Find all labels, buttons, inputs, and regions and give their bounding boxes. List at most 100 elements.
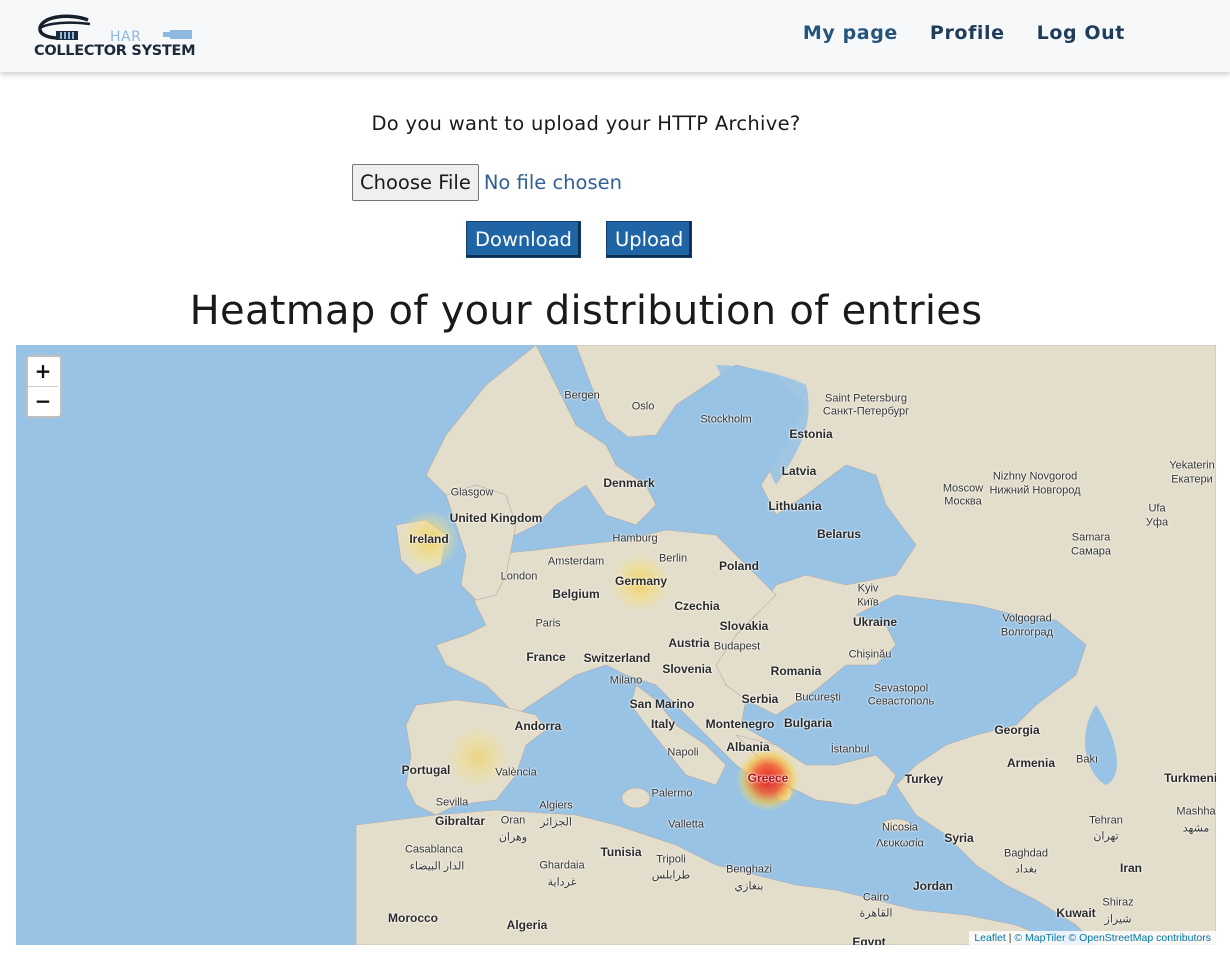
city-label-7: Berlin	[658, 552, 688, 565]
city-label-55: بغداد	[1014, 863, 1038, 876]
city-label-31: Tripoli	[656, 853, 686, 866]
nav-logout-link[interactable]: Log Out	[1037, 22, 1125, 44]
country-label-jordan: Jordan	[912, 879, 954, 894]
country-label-morocco: Morocco	[387, 911, 439, 926]
map-attribution: Leaflet | © MapTiler © OpenStreetMap con…	[969, 931, 1216, 945]
nav-profile-link[interactable]: Profile	[930, 22, 1005, 44]
heatmap-map[interactable]: Ireland United Kingdom Denmark Belgium Germa…	[16, 345, 1216, 945]
leaflet-link[interactable]: Leaflet	[974, 932, 1006, 944]
city-label-9: London	[500, 570, 538, 583]
country-label-slovakia: Slovakia	[719, 619, 769, 634]
city-label-22: Sevilla	[435, 796, 469, 809]
city-label-20: Valletta	[668, 818, 704, 831]
action-buttons: Download Upload	[466, 221, 693, 258]
country-label-ireland: Ireland	[409, 532, 449, 547]
city-label-39: Volgograd	[1002, 612, 1052, 625]
logo-text-collector-system: COLLECTOR SYSTEM	[34, 43, 196, 59]
city-label-21: València	[495, 766, 537, 779]
country-label-italy: Italy	[650, 717, 676, 732]
city-label-27: Casablanca	[404, 843, 464, 856]
country-label-iran: Iran	[1119, 861, 1143, 876]
country-label-greece: Greece	[747, 771, 789, 786]
har-collector-logo[interactable]: HAR COLLECTOR SYSTEM	[30, 8, 200, 64]
city-label-5: Glasgow	[450, 486, 494, 499]
city-label-0: Bergen	[564, 389, 600, 402]
city-label-46: Нижний Новгород	[989, 484, 1081, 497]
heatmap-blob-spain	[446, 725, 510, 789]
city-label-35: Nicosia	[881, 821, 919, 834]
country-label-syria: Syria	[944, 831, 974, 846]
file-status-text: No file chosen	[483, 171, 622, 194]
country-label-switzerland: Switzerland	[583, 651, 651, 666]
city-label-2: Stockholm	[700, 413, 752, 426]
nav-menu: My page Profile Log Out	[803, 22, 1125, 44]
zoom-in-button[interactable]: +	[28, 357, 58, 386]
country-label-denmark: Denmark	[603, 476, 655, 491]
city-label-18: İstanbul	[830, 743, 870, 756]
city-label-47: Ufa	[1148, 502, 1166, 515]
city-label-25: Oran	[500, 814, 526, 827]
city-label-59: شیراز	[1104, 913, 1132, 926]
country-label-turkey: Turkey	[904, 772, 944, 787]
country-label-kuwait: Kuwait	[1056, 906, 1096, 921]
country-label-latvia: Latvia	[781, 464, 817, 479]
zoom-control: + −	[26, 355, 62, 418]
city-label-30: غرداية	[547, 876, 577, 889]
city-label-40: Волгоград	[1000, 626, 1054, 639]
maptiler-link[interactable]: © MapTiler	[1014, 932, 1065, 944]
city-label-19: Palermo	[651, 787, 693, 800]
choose-file-button[interactable]: Choose File	[352, 164, 479, 201]
country-label-slovenia: Slovenia	[662, 662, 712, 677]
upload-question: Do you want to upload your HTTP Archive?	[371, 112, 801, 135]
city-label-37: Sevastopol	[873, 682, 929, 695]
city-label-52: Tehran	[1089, 814, 1123, 827]
city-label-23: Algiers	[539, 799, 573, 812]
upload-button[interactable]: Upload	[605, 221, 693, 258]
country-label-tunisia: Tunisia	[600, 845, 642, 860]
city-label-41: Samara	[1071, 531, 1111, 544]
zoom-out-button[interactable]: −	[28, 386, 58, 416]
country-label-bulgaria: Bulgaria	[783, 716, 833, 731]
city-label-28: الدار البيضاء	[409, 860, 465, 873]
city-label-53: تهران	[1093, 830, 1119, 843]
country-label-san-marino: San Marino	[629, 697, 695, 712]
city-label-43: Moscow	[942, 482, 984, 495]
city-label-50: Екатери	[1171, 473, 1213, 486]
country-label-belarus: Belarus	[816, 527, 862, 542]
city-label-51: Bakı	[1075, 753, 1099, 766]
navbar: HAR COLLECTOR SYSTEM My page Profile Log…	[0, 0, 1230, 72]
country-label-czechia: Czechia	[674, 599, 720, 614]
file-input: Choose File No file chosen	[352, 164, 622, 201]
country-label-algeria: Algeria	[506, 918, 548, 933]
city-label-58: Shiraz	[1102, 896, 1134, 909]
city-label-1: Oslo	[631, 400, 655, 413]
city-label-36: Λευκωσία	[876, 837, 924, 850]
osm-link[interactable]: © OpenStreetMap contributors	[1068, 932, 1211, 944]
country-label-estonia: Estonia	[789, 427, 833, 442]
city-label-17: Napoli	[667, 746, 699, 759]
city-label-29: Ghardaia	[539, 859, 585, 872]
country-label-romania: Romania	[770, 664, 822, 679]
city-label-12: Milano	[609, 674, 643, 687]
country-label-united-kingdom: United Kingdom	[449, 511, 543, 526]
city-label-38: Севастополь	[867, 695, 935, 708]
city-label-14: Kyiv	[857, 582, 879, 595]
heatmap-title: Heatmap of your distribution of entries	[189, 288, 983, 334]
city-label-11: Budapest	[713, 640, 761, 653]
nav-my-page-link[interactable]: My page	[803, 22, 898, 44]
country-label-egypt: Egypt	[852, 935, 886, 945]
country-label-france: France	[526, 650, 566, 665]
country-label-portugal: Portugal	[401, 763, 451, 778]
city-label-32: طرابلس	[651, 869, 691, 882]
city-label-42: Самара	[1070, 545, 1112, 558]
city-label-45: Nizhny Novgorod	[992, 470, 1078, 483]
country-label-montenegro: Montenegro	[705, 717, 775, 732]
city-label-57: القاهرة	[859, 907, 893, 920]
city-label-33: Benghazi	[726, 863, 772, 876]
city-label-4: Санкт-Петербург	[822, 405, 910, 418]
city-label-13: Chișinău	[848, 648, 892, 661]
city-label-56: Cairo	[862, 891, 890, 904]
country-label-ukraine: Ukraine	[852, 615, 898, 630]
country-label-poland: Poland	[718, 559, 760, 574]
download-button[interactable]: Download	[466, 221, 581, 258]
